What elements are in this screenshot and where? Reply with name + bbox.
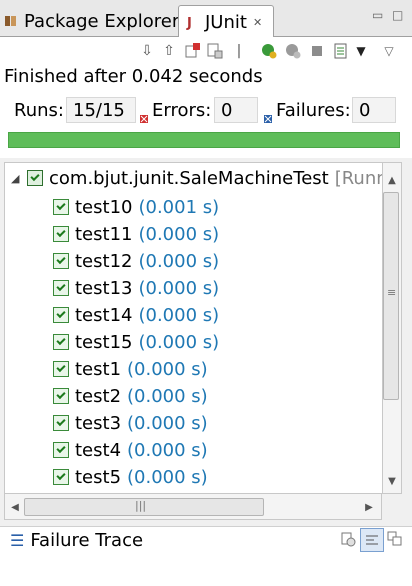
suite-name: com.bjut.junit.SaleMachineTest xyxy=(49,167,329,189)
show-failures-only-icon[interactable] xyxy=(184,42,202,60)
tab-package-explorer[interactable]: Package Explorer xyxy=(2,6,179,36)
test-time: (0.001 s) xyxy=(138,196,220,218)
test-row[interactable]: test5 (0.000 s) xyxy=(53,464,208,490)
test-row[interactable]: test11 (0.000 s) xyxy=(53,221,219,247)
toolbar-separator: | xyxy=(236,43,242,59)
suite-runner: [Runne xyxy=(334,167,382,189)
test-time: (0.000 s) xyxy=(138,277,220,299)
test-row[interactable]: test10 (0.001 s) xyxy=(53,194,219,220)
test-row[interactable]: test3 (0.000 s) xyxy=(53,410,208,436)
test-pass-icon xyxy=(53,280,69,296)
scroll-up-icon[interactable]: ▲ xyxy=(383,171,401,189)
failure-trace-label: Failure Trace xyxy=(30,530,144,551)
runs-label: Runs: xyxy=(14,100,64,121)
grip-icon: ≡ xyxy=(387,286,397,299)
test-time: (0.000 s) xyxy=(138,331,220,353)
scroll-right-icon[interactable]: ▶ xyxy=(360,498,378,516)
scroll-left-icon[interactable]: ◀ xyxy=(6,498,24,516)
rerun-failed-first-icon[interactable] xyxy=(284,42,302,60)
failure-trace-content xyxy=(0,556,412,586)
test-time: (0.000 s) xyxy=(138,250,220,272)
failure-icon xyxy=(264,108,272,123)
test-row[interactable]: test13 (0.000 s) xyxy=(53,275,219,301)
grip-icon: ||| xyxy=(135,499,147,512)
test-pass-icon xyxy=(53,442,69,458)
test-pass-icon xyxy=(53,307,69,323)
errors-label: Errors: xyxy=(152,100,212,121)
status-message: Finished after 0.042 seconds xyxy=(0,64,412,90)
test-name: test3 xyxy=(75,412,122,434)
errors-value: 0 xyxy=(214,97,258,123)
tab-package-explorer-label: Package Explorer xyxy=(24,10,180,32)
test-row[interactable]: test4 (0.000 s) xyxy=(53,437,208,463)
test-name: test10 xyxy=(75,196,133,218)
scroll-lock-icon[interactable] xyxy=(206,42,224,60)
history-dropdown-icon[interactable]: ▼ xyxy=(352,42,370,60)
test-history-icon[interactable] xyxy=(332,42,350,60)
test-name: test13 xyxy=(75,277,133,299)
test-pass-icon xyxy=(53,415,69,431)
test-row[interactable]: test15 (0.000 s) xyxy=(53,329,219,355)
maximize-view-icon[interactable]: □ xyxy=(392,8,403,22)
test-name: test15 xyxy=(75,331,133,353)
compare-results-icon[interactable] xyxy=(340,530,358,548)
test-time: (0.000 s) xyxy=(127,385,208,407)
test-name: test1 xyxy=(75,358,122,380)
test-pass-icon xyxy=(53,199,69,215)
copy-trace-icon[interactable] xyxy=(386,530,404,548)
test-name: test4 xyxy=(75,439,122,461)
test-row[interactable]: test2 (0.000 s) xyxy=(53,383,208,409)
package-icon xyxy=(2,12,20,30)
test-row[interactable]: test14 (0.000 s) xyxy=(53,302,219,328)
test-time: (0.000 s) xyxy=(127,412,208,434)
minimize-view-icon[interactable]: ▭ xyxy=(372,8,383,22)
test-name: test12 xyxy=(75,250,133,272)
test-name: test11 xyxy=(75,223,133,245)
test-row[interactable]: test12 (0.000 s) xyxy=(53,248,219,274)
error-icon xyxy=(140,108,148,123)
collapse-toggle-icon[interactable]: ◢ xyxy=(11,172,23,185)
test-time: (0.000 s) xyxy=(138,223,220,245)
test-pass-icon xyxy=(53,361,69,377)
suite-row[interactable]: ◢ com.bjut.junit.SaleMachineTest [Runne xyxy=(11,165,382,191)
horizontal-scroll-thumb[interactable]: ||| xyxy=(24,498,264,516)
test-pass-icon xyxy=(53,334,69,350)
test-row[interactable]: test1 (0.000 s) xyxy=(53,356,208,382)
failures-value: 0 xyxy=(352,97,396,123)
next-failure-icon[interactable]: ⇩ xyxy=(138,42,156,60)
view-menu-icon[interactable]: ▽ xyxy=(380,42,398,60)
test-time: (0.000 s) xyxy=(127,466,208,488)
test-time: (0.000 s) xyxy=(127,358,208,380)
test-pass-icon xyxy=(53,388,69,404)
failures-label: Failures: xyxy=(276,100,351,121)
tab-junit-label: JUnit xyxy=(205,11,247,33)
test-name: test5 xyxy=(75,466,122,488)
test-tree[interactable]: ◢ com.bjut.junit.SaleMachineTest [Runne … xyxy=(4,162,382,494)
scroll-down-icon[interactable]: ▼ xyxy=(383,472,401,490)
stop-icon[interactable] xyxy=(308,42,326,60)
test-time: (0.000 s) xyxy=(138,304,220,326)
test-suite-pass-icon xyxy=(27,170,43,186)
tab-junit[interactable]: J JUnit ✕ xyxy=(178,5,274,38)
test-progress-bar xyxy=(8,132,400,148)
rerun-icon[interactable] xyxy=(260,42,278,60)
test-time: (0.000 s) xyxy=(127,439,208,461)
vertical-scroll-thumb[interactable]: ≡ xyxy=(383,192,399,400)
test-pass-icon xyxy=(53,226,69,242)
test-pass-icon xyxy=(53,469,69,485)
stack-trace-icon: ☰ xyxy=(10,531,25,550)
previous-failure-icon[interactable]: ⇧ xyxy=(160,42,178,60)
svg-text:J: J xyxy=(186,16,192,30)
filter-stack-trace-icon[interactable] xyxy=(360,528,384,552)
junit-icon: J xyxy=(183,13,201,31)
test-pass-icon xyxy=(53,253,69,269)
failure-trace-title: ☰ Failure Trace xyxy=(10,530,143,551)
test-name: test2 xyxy=(75,385,122,407)
test-name: test14 xyxy=(75,304,133,326)
close-tab-icon[interactable]: ✕ xyxy=(253,16,262,29)
runs-value: 15/15 xyxy=(66,97,136,123)
